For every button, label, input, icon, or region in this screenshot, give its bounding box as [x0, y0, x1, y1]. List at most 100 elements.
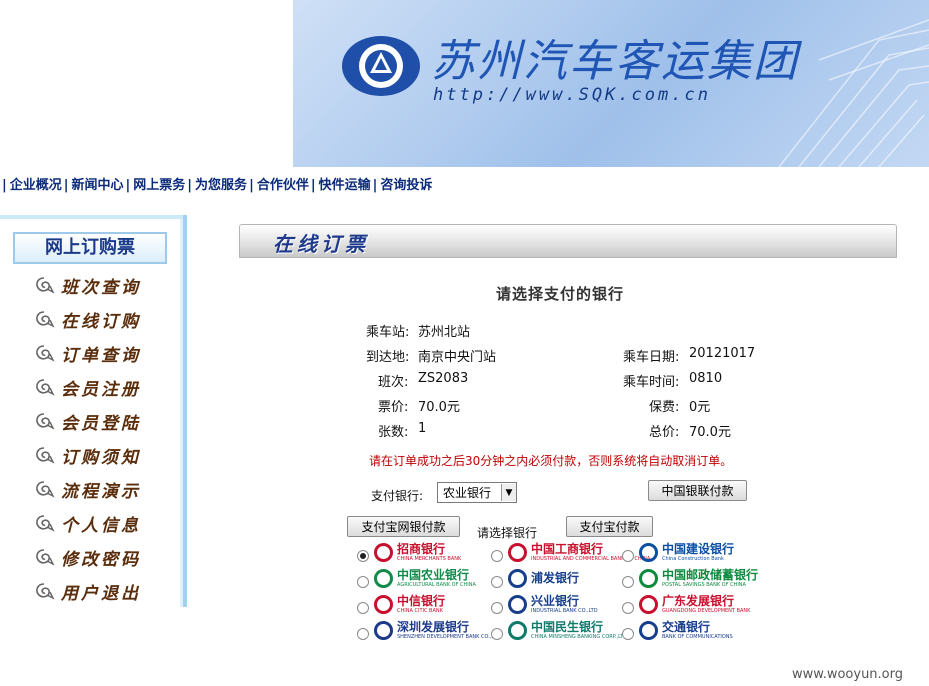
bank-radio-psbc[interactable]: [622, 576, 634, 588]
payment-notice: 请在订单成功之后30分钟之内必须付款，否则系统将自动取消订单。: [369, 454, 733, 468]
nav-item-company[interactable]: 企业概况: [10, 178, 62, 193]
nav-item-express[interactable]: 快件运输: [319, 178, 371, 193]
sidebar-item-route-query[interactable]: 班次查询: [33, 272, 141, 298]
bank-logo-gdb[interactable]: 广东发展银行 GUANGDONG DEVELOPMENT BANK: [639, 595, 750, 614]
bank-emblem-icon: [374, 543, 393, 562]
sidebar-item-member-login[interactable]: 会员登陆: [33, 408, 141, 434]
bank-subtitle: GUANGDONG DEVELOPMENT BANK: [662, 608, 751, 614]
departure-label: 乘车站:: [366, 325, 410, 340]
insurance-value: 0元: [689, 400, 711, 415]
bank-radio-cmb[interactable]: [357, 550, 369, 562]
bank-radio-citic[interactable]: [357, 602, 369, 614]
bank-emblem-icon: [639, 595, 658, 614]
nav-item-service[interactable]: 为您服务: [195, 178, 247, 193]
shift-value: ZS2083: [418, 371, 469, 386]
sidebar-item-personal-info[interactable]: 个人信息: [33, 510, 141, 536]
sidebar-item-label: 用户退出: [61, 583, 141, 604]
swirl-icon: [36, 481, 55, 498]
bank-radio-bocom[interactable]: [622, 628, 634, 640]
nav-separator: |: [372, 178, 378, 193]
bank-logo-spdb[interactable]: 浦发银行: [508, 569, 579, 588]
banner-title: 苏州汽车客运集团: [431, 36, 799, 87]
bank-radio-abc[interactable]: [357, 576, 369, 588]
bank-subtitle: INDUSTRIAL BANK CO.,LTD: [531, 608, 598, 614]
swirl-icon: [36, 583, 55, 600]
bank-logo-cmb[interactable]: 招商银行 CHINA MERCHANTS BANK: [374, 543, 461, 562]
choose-bank-label: 请选择银行: [477, 526, 538, 540]
nav-item-complaints[interactable]: 咨询投诉: [380, 178, 432, 193]
bank-logo-cib[interactable]: 兴业银行 INDUSTRIAL BANK CO.,LTD: [508, 595, 598, 614]
bank-name: 中信银行: [397, 594, 446, 608]
swirl-icon: [36, 311, 55, 328]
sidebar-item-label: 班次查询: [61, 277, 141, 298]
bank-emblem-icon: [639, 569, 658, 588]
bank-emblem-icon: [374, 595, 393, 614]
sidebar-item-process-demo[interactable]: 流程演示: [33, 476, 141, 502]
site-banner: 苏州汽车客运集团 http://www.SQK.com.cn: [293, 0, 929, 167]
sidebar-item-online-order[interactable]: 在线订购: [33, 306, 141, 332]
pay-bank-select[interactable]: 农业银行 ▼: [437, 482, 517, 503]
sidebar-item-change-password[interactable]: 修改密码: [33, 544, 141, 570]
bank-logo-bocom[interactable]: 交通银行 BANK OF COMMUNICATIONS: [639, 621, 733, 640]
nav-separator: |: [125, 178, 131, 193]
sidebar-item-order-notice[interactable]: 订购须知: [33, 442, 141, 468]
bank-name: 中国建设银行: [662, 542, 735, 556]
bank-name: 深圳发展银行: [397, 620, 470, 634]
bank-radio-gdb[interactable]: [622, 602, 634, 614]
bank-radio-sdb[interactable]: [357, 628, 369, 640]
bank-radio-ccb[interactable]: [622, 550, 634, 562]
alipay-button[interactable]: 支付宝付款: [566, 516, 653, 537]
bank-radio-cib[interactable]: [491, 602, 503, 614]
sidebar-item-label: 流程演示: [61, 481, 141, 502]
unionpay-button[interactable]: 中国银联付款: [648, 480, 747, 501]
count-value: 1: [418, 421, 427, 436]
sidebar-item-order-query[interactable]: 订单查询: [33, 340, 141, 366]
bank-emblem-icon: [374, 621, 393, 640]
bank-subtitle: AGRICULTURAL BANK OF CHINA: [397, 582, 476, 588]
swirl-icon: [36, 413, 55, 430]
sidebar-item-label: 修改密码: [61, 549, 141, 570]
section-header: 在线订票: [239, 224, 897, 258]
nav-item-partners[interactable]: 合作伙伴: [257, 178, 309, 193]
nav-separator: |: [187, 178, 193, 193]
time-value: 0810: [689, 371, 723, 386]
nav-separator: |: [2, 178, 7, 193]
bank-logo-psbc[interactable]: 中国邮政储蓄银行 POSTAL SAVINGS BANK OF CHINA: [639, 569, 758, 588]
bank-logo-sdb[interactable]: 深圳发展银行 SHENZHEN DEVELOPMENT BANK CO.,LTD.: [374, 621, 502, 640]
chevron-down-icon[interactable]: ▼: [501, 484, 516, 501]
sidebar-item-label: 订购须知: [61, 447, 141, 468]
bank-subtitle: CHINA MERCHANTS BANK: [397, 556, 462, 562]
bank-name: 中国民生银行: [531, 620, 604, 634]
sidebar-title: 网上订购票: [13, 232, 167, 264]
destination-label: 到达地:: [366, 350, 410, 365]
bank-emblem-icon: [374, 569, 393, 588]
count-label: 张数:: [378, 425, 409, 440]
price-label: 票价:: [378, 400, 409, 415]
bank-radio-icbc[interactable]: [491, 550, 503, 562]
bank-name: 浦发银行: [531, 571, 580, 585]
nav-separator: |: [310, 178, 316, 193]
company-logo-icon: [342, 36, 420, 96]
bank-logo-abc[interactable]: 中国农业银行 AGRICULTURAL BANK OF CHINA: [374, 569, 476, 588]
bank-subtitle: SHENZHEN DEVELOPMENT BANK CO.,LTD.: [397, 634, 502, 640]
date-label: 乘车日期:: [623, 350, 680, 365]
nav-item-news[interactable]: 新闻中心: [72, 178, 124, 193]
bank-logo-cmbc[interactable]: 中国民生银行 CHINA MINSHENG BANKING CORP.,LTD.: [508, 621, 629, 640]
section-title: 在线订票: [273, 232, 369, 256]
bank-name: 广东发展银行: [662, 594, 735, 608]
swirl-icon: [36, 515, 55, 532]
bank-radio-cmbc[interactable]: [491, 628, 503, 640]
bank-logo-ccb[interactable]: 中国建设银行 China Construction Bank: [639, 543, 734, 562]
swirl-icon: [36, 379, 55, 396]
sidebar-item-user-logout[interactable]: 用户退出: [33, 578, 141, 604]
bank-radio-spdb[interactable]: [491, 576, 503, 588]
bank-name: 招商银行: [397, 542, 446, 556]
bank-logo-citic[interactable]: 中信银行 CHINA CITIC BANK: [374, 595, 445, 614]
sidebar-item-label: 订单查询: [61, 345, 141, 366]
alipay-bank-button[interactable]: 支付宝网银付款: [347, 516, 460, 537]
sidebar-item-label: 会员登陆: [61, 413, 141, 434]
nav-item-ticketing[interactable]: 网上票务: [133, 178, 185, 193]
sidebar-item-member-register[interactable]: 会员注册: [33, 374, 141, 400]
bank-subtitle: BANK OF COMMUNICATIONS: [662, 634, 733, 640]
swirl-icon: [36, 345, 55, 362]
